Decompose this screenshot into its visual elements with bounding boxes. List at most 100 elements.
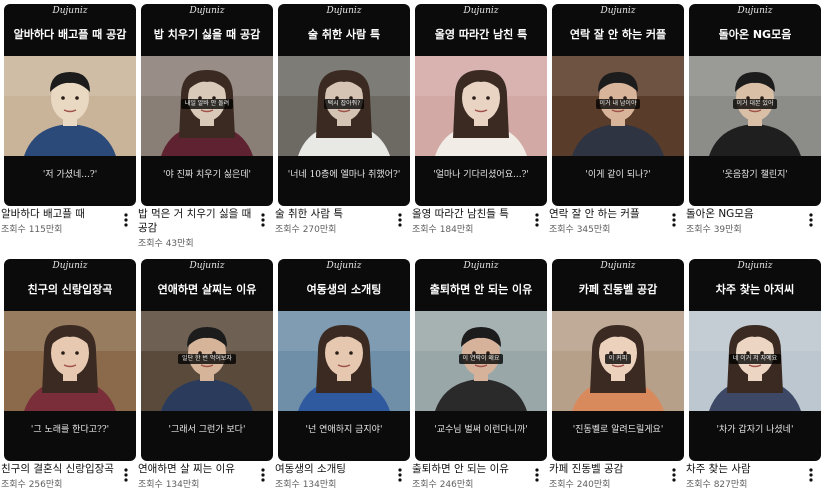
video-thumbnail[interactable]: Dujuniz 올영 따라간 남친 특 '얼마나 기다리셨어요...?' bbox=[415, 4, 547, 206]
more-options-icon[interactable] bbox=[669, 211, 679, 229]
view-count: 조회수 345만회 bbox=[549, 225, 611, 235]
video-title[interactable]: 돌아온 NG모음 bbox=[686, 207, 804, 221]
video-meta: 알바하다 배고플 때조회수 115만회 bbox=[1, 207, 129, 237]
more-options-icon[interactable] bbox=[806, 211, 816, 229]
video-title[interactable]: 연락 잘 안 하는 커플 bbox=[549, 207, 667, 221]
thumbnail-quote: '그래서 그런가 보다' bbox=[168, 425, 246, 435]
thumbnail-caption: 이거 대본 있어 bbox=[689, 90, 821, 109]
video-meta: 연락 잘 안 하는 커플조회수 345만회 bbox=[549, 207, 677, 237]
video-title[interactable]: 연애하면 살 찌는 이유 bbox=[138, 462, 256, 476]
more-options-icon[interactable] bbox=[258, 211, 268, 229]
channel-logo: Dujuniz bbox=[737, 261, 773, 271]
video-thumbnail[interactable]: Dujuniz 친구의 신랑입장곡 '그 노래를 한다고??' bbox=[4, 259, 136, 461]
channel-logo: Dujuniz bbox=[600, 6, 636, 16]
view-count: 조회수 827만회 bbox=[686, 480, 748, 490]
thumbnail-caption: 이 연락이 왜요 bbox=[415, 345, 547, 364]
more-options-icon[interactable] bbox=[395, 211, 405, 229]
thumbnail-title: 차주 찾는 아저씨 bbox=[715, 283, 795, 296]
view-count: 조회수 270만회 bbox=[275, 225, 337, 235]
video-thumbnail[interactable]: Dujuniz 알바하다 배고플 때 공감 '저 가셨네...?' bbox=[4, 4, 136, 206]
video-thumbnail[interactable]: Dujuniz 술 취한 사람 특 택시 잡아줘? '너네 10층에 엘마나 취했어?… bbox=[278, 4, 410, 206]
video-thumbnail[interactable]: Dujuniz 여동생의 소개팅 '넌 연애하지 금지야' bbox=[278, 259, 410, 461]
thumbnail-quote: '얼마나 기다리셨어요...?' bbox=[433, 170, 529, 180]
thumbnail-quote: '그 노래를 한다고??' bbox=[30, 425, 110, 435]
video-thumbnail[interactable]: Dujuniz 돌아온 NG모음 이거 대본 있어 '웃음참기 챌린지' bbox=[689, 4, 821, 206]
thumbnail-title: 카페 진동벨 공감 bbox=[578, 283, 658, 296]
channel-logo: Dujuniz bbox=[326, 6, 362, 16]
channel-logo: Dujuniz bbox=[52, 6, 88, 16]
video-title[interactable]: 올영 따라간 남친들 특 bbox=[412, 207, 530, 221]
video-card[interactable]: Dujuniz 알바하다 배고플 때 공감 '저 가셨네...?' 알바하다 배고플 … bbox=[1, 0, 136, 246]
video-thumbnail[interactable]: Dujuniz 출퇴하면 안 되는 이유이 연락이 왜요 '교수님 벌써 이런다니까… bbox=[415, 259, 547, 461]
view-count: 조회수 134만회 bbox=[138, 480, 200, 490]
thumbnail-photo bbox=[4, 311, 136, 411]
thumbnail-quote: '차가 갑자기 나셨네' bbox=[716, 425, 794, 435]
more-options-icon[interactable] bbox=[121, 466, 131, 484]
video-card[interactable]: Dujuniz 밥 치우기 싫을 때 공감 내일 알바 안 돌려 '야 진짜 치우기 … bbox=[138, 0, 273, 249]
channel-logo: Dujuniz bbox=[326, 261, 362, 271]
video-thumbnail[interactable]: Dujuniz 밥 치우기 싫을 때 공감 내일 알바 안 돌려 '야 진짜 치우기 … bbox=[141, 4, 273, 206]
thumbnail-title: 밥 치우기 싫을 때 공감 bbox=[153, 28, 261, 41]
video-card[interactable]: Dujuniz 여동생의 소개팅 '넌 연애하지 금지야' 여동생의 소개팅 조회수 1… bbox=[275, 255, 410, 501]
video-card[interactable]: Dujuniz 돌아온 NG모음 이거 대본 있어 '웃음참기 챌린지' 돌아온 NG모… bbox=[686, 0, 821, 246]
video-meta: 올영 따라간 남친들 특조회수 184만회 bbox=[412, 207, 540, 237]
more-options-icon[interactable] bbox=[121, 211, 131, 229]
channel-logo: Dujuniz bbox=[463, 261, 499, 271]
video-card[interactable]: Dujuniz 출퇴하면 안 되는 이유 이 연락이 왜요 '교수님 벌써 이런다니까… bbox=[412, 255, 547, 501]
more-options-icon[interactable] bbox=[395, 466, 405, 484]
channel-logo: Dujuniz bbox=[189, 6, 225, 16]
thumbnail-caption: 택시 잡아줘? bbox=[278, 90, 410, 109]
thumbnail-caption: 네 이거 저 차예요 bbox=[689, 345, 821, 364]
more-options-icon[interactable] bbox=[258, 466, 268, 484]
thumbnail-quote: '진동벨로 알려드릴게요' bbox=[572, 425, 664, 435]
thumbnail-quote: '넌 연애하지 금지야' bbox=[305, 425, 383, 435]
video-thumbnail[interactable]: Dujuniz 카페 진동벨 공감 이 커피 '진동벨로 알려드릴게요' bbox=[552, 259, 684, 461]
view-count: 조회수 115만회 bbox=[1, 225, 63, 235]
view-count: 조회수 246만회 bbox=[412, 480, 474, 490]
more-options-icon[interactable] bbox=[532, 211, 542, 229]
video-card[interactable]: Dujuniz 연애하면 살찌는 이유 일단 한 번 먹어보자 '그래서 그런가 보다… bbox=[138, 255, 273, 501]
thumbnail-title: 여동생의 소개팅 bbox=[306, 283, 382, 296]
video-title[interactable]: 알바하다 배고플 때 bbox=[1, 207, 119, 221]
thumbnail-title: 출퇴하면 안 되는 이유 bbox=[429, 283, 533, 296]
video-card[interactable]: Dujuniz 차주 찾는 아저씨네 이거 저 차예요 '차가 갑자기 나셨네' 차주… bbox=[686, 255, 821, 501]
thumbnail-caption: 내일 알바 안 돌려 bbox=[141, 90, 273, 109]
video-title[interactable]: 술 취한 사람 특 bbox=[275, 207, 393, 221]
more-options-icon[interactable] bbox=[669, 466, 679, 484]
channel-logo: Dujuniz bbox=[463, 6, 499, 16]
channel-logo: Dujuniz bbox=[52, 261, 88, 271]
video-title[interactable]: 친구의 결혼식 신랑입장곡 bbox=[1, 462, 119, 476]
thumbnail-title: 알바하다 배고플 때 공감 bbox=[13, 28, 127, 41]
video-card[interactable]: Dujuniz 술 취한 사람 특 택시 잡아줘? '너네 10층에 엘마나 취했어?… bbox=[275, 0, 410, 246]
thumbnail-photo bbox=[4, 56, 136, 156]
video-thumbnail[interactable]: Dujuniz 차주 찾는 아저씨네 이거 저 차예요 '차가 갑자기 나셨네' bbox=[689, 259, 821, 461]
video-title[interactable]: 카페 진동벨 공감 bbox=[549, 462, 667, 476]
thumbnail-title: 연락 잘 안 하는 커플 bbox=[569, 28, 667, 41]
thumbnail-title: 올영 따라간 남친 특 bbox=[434, 28, 528, 41]
video-title[interactable]: 여동생의 소개팅 bbox=[275, 462, 393, 476]
video-card[interactable]: Dujuniz 연락 잘 안 하는 커플 이거 내 남이야 '이게 같이 되나?' 연락… bbox=[549, 0, 684, 246]
video-thumbnail[interactable]: Dujuniz 연애하면 살찌는 이유 일단 한 번 먹어보자 '그래서 그런가 보다… bbox=[141, 259, 273, 461]
video-thumbnail[interactable]: Dujuniz 연락 잘 안 하는 커플 이거 내 남이야 '이게 같이 되나?' bbox=[552, 4, 684, 206]
thumbnail-quote: '너네 10층에 엘마나 취했어?' bbox=[287, 170, 401, 180]
more-options-icon[interactable] bbox=[532, 466, 542, 484]
video-title[interactable]: 출퇴하면 안 되는 이유 bbox=[412, 462, 530, 476]
video-card[interactable]: Dujuniz 카페 진동벨 공감 이 커피 '진동벨로 알려드릴게요' 카페 진동벨 … bbox=[549, 255, 684, 501]
more-options-icon[interactable] bbox=[806, 466, 816, 484]
video-meta: 여동생의 소개팅 조회수 134만회 bbox=[275, 462, 403, 492]
video-title[interactable]: 차주 찾는 사람 bbox=[686, 462, 804, 476]
video-meta: 차주 찾는 사람조회수 827만회 bbox=[686, 462, 814, 492]
view-count: 조회수 184만회 bbox=[412, 225, 474, 235]
thumbnail-quote: '교수님 벌써 이런다니까' bbox=[434, 425, 528, 435]
video-card[interactable]: Dujuniz 친구의 신랑입장곡 '그 노래를 한다고??' 친구의 결혼식 신랑입… bbox=[1, 255, 136, 501]
video-meta: 밥 먹은 거 치우기 싫을 때 공감 조회수 43만회 bbox=[138, 207, 266, 251]
thumbnail-caption: 이 커피 bbox=[552, 345, 684, 364]
video-card[interactable]: Dujuniz 올영 따라간 남친 특 '얼마나 기다리셨어요...?' 올영 따라간… bbox=[412, 0, 547, 246]
thumbnail-quote: '웃음참기 챌린지' bbox=[722, 170, 788, 180]
thumbnail-photo bbox=[415, 56, 547, 156]
thumbnail-quote: '저 가셨네...?' bbox=[42, 170, 98, 180]
thumbnail-title: 친구의 신랑입장곡 bbox=[27, 283, 113, 296]
video-meta: 카페 진동벨 공감 조회수 240만회 bbox=[549, 462, 677, 492]
thumbnail-photo bbox=[278, 311, 410, 411]
video-title[interactable]: 밥 먹은 거 치우기 싫을 때 공감 bbox=[138, 207, 256, 235]
